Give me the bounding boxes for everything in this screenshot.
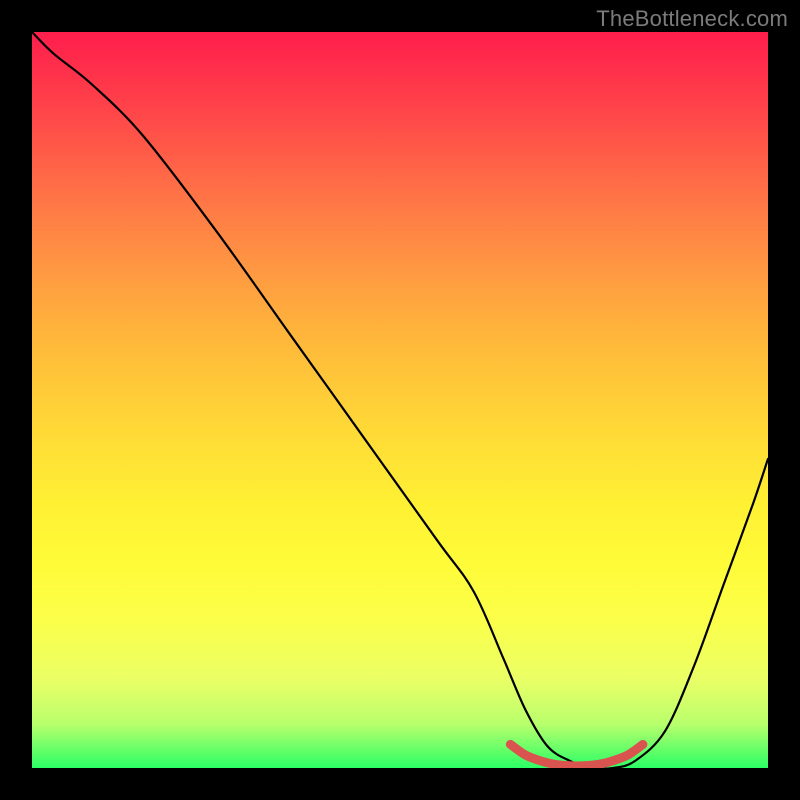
chart-plot-area: [32, 32, 768, 768]
optimal-range: [510, 744, 643, 766]
bottleneck-curve: [32, 32, 768, 768]
watermark-text: TheBottleneck.com: [596, 6, 788, 32]
chart-frame: TheBottleneck.com: [0, 0, 800, 800]
chart-svg: [32, 32, 768, 768]
